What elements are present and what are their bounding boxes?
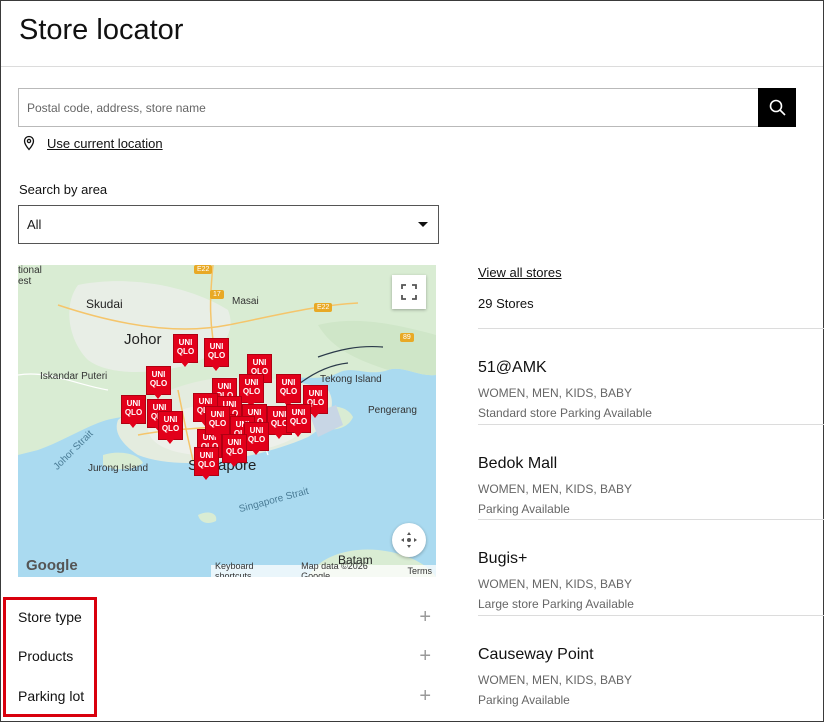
terms-link[interactable]: Terms <box>408 566 433 576</box>
chevron-down-icon <box>418 222 428 227</box>
store-item[interactable]: Causeway Point WOMEN, MEN, KIDS, BABY Pa… <box>478 614 824 711</box>
keyboard-shortcuts-link[interactable]: Keyboard shortcuts <box>215 561 291 577</box>
store-info: Parking Available <box>478 501 570 516</box>
map-label-masai: Masai <box>232 296 259 307</box>
store-info: Standard store Parking Available <box>478 406 652 420</box>
area-dropdown[interactable]: All <box>18 205 439 244</box>
area-selected-value: All <box>27 217 42 232</box>
store-categories: WOMEN, MEN, KIDS, BABY <box>478 672 633 687</box>
store-item[interactable]: 51@AMK WOMEN, MEN, KIDS, BABY Standard s… <box>478 328 824 424</box>
map-label-national: tional <box>18 265 42 276</box>
store-marker[interactable]: UNIQLO <box>223 435 246 467</box>
map-footer: Keyboard shortcuts Map data ©2026 Google… <box>211 561 436 577</box>
store-info: Parking Available <box>478 692 570 707</box>
road-badge-e22: E22 <box>314 303 333 312</box>
recenter-icon <box>401 532 417 548</box>
search-input[interactable] <box>27 100 758 115</box>
use-location-row[interactable]: Use current location <box>21 135 163 151</box>
use-current-location-link[interactable]: Use current location <box>47 136 163 151</box>
store-item[interactable]: Bugis+ WOMEN, MEN, KIDS, BABY Large stor… <box>478 519 824 615</box>
title-divider <box>1 66 823 67</box>
search-button[interactable] <box>758 88 796 127</box>
store-name: Bugis+ <box>478 550 528 567</box>
recenter-button[interactable] <box>392 523 426 557</box>
store-name: 51@AMK <box>478 359 547 376</box>
road-badge-89: 89 <box>400 333 414 342</box>
store-marker[interactable]: UNIQLO <box>206 407 229 439</box>
store-list: 51@AMK WOMEN, MEN, KIDS, BABY Standard s… <box>478 328 824 710</box>
road-badge-17: 17 <box>210 290 224 299</box>
area-label: Search by area <box>19 182 108 197</box>
store-marker[interactable]: UNIQLO <box>287 405 310 437</box>
map-label-jurong: Jurong Island <box>88 463 149 474</box>
search-icon <box>769 99 786 116</box>
store-marker[interactable]: UNIQLO <box>174 335 197 367</box>
filter-label: Products <box>18 648 74 664</box>
filter-label: Store type <box>18 609 82 625</box>
store-categories: WOMEN, MEN, KIDS, BABY <box>478 386 633 400</box>
view-all-stores-link[interactable]: View all stores <box>478 265 562 280</box>
road-badge-e22-top: E22 <box>194 265 213 274</box>
store-item[interactable]: Bedok Mall WOMEN, MEN, KIDS, BABY Parkin… <box>478 423 824 520</box>
store-marker[interactable]: UNIQLO <box>159 412 182 444</box>
store-marker[interactable]: UNIQLO <box>205 339 228 371</box>
plus-icon: + <box>419 606 431 628</box>
filter-label: Parking lot <box>18 688 85 704</box>
search-field[interactable] <box>18 88 758 127</box>
store-marker[interactable]: UNIQLO <box>240 375 263 407</box>
page-title: Store locator <box>19 14 184 46</box>
store-count: 29 Stores <box>478 296 534 311</box>
plus-icon: + <box>419 645 431 667</box>
google-logo: Google <box>26 557 78 574</box>
store-info: Large store Parking Available <box>478 597 634 611</box>
store-name: Bedok Mall <box>478 454 558 472</box>
map-label-est: est <box>18 276 32 287</box>
store-categories: WOMEN, MEN, KIDS, BABY <box>478 481 633 496</box>
store-name: Causeway Point <box>478 645 594 663</box>
plus-icon: + <box>419 685 431 707</box>
store-marker[interactable]: UNIQLO <box>277 375 300 407</box>
map-label-tekong: Tekong Island <box>320 374 382 385</box>
filter-store-type[interactable]: Store type + <box>18 607 438 627</box>
store-marker[interactable]: UNIQLO <box>245 423 268 455</box>
map-label-iskandar: Iskandar Puteri <box>40 371 108 382</box>
map-label-pengerang: Pengerang <box>368 405 417 416</box>
fullscreen-icon <box>401 284 417 300</box>
store-map[interactable]: tional est Skudai Johor Masai Iskandar P… <box>18 265 436 577</box>
fullscreen-button[interactable] <box>392 275 426 309</box>
store-marker[interactable]: UNIQLO <box>147 367 170 399</box>
filter-parking-lot[interactable]: Parking lot + <box>18 686 438 706</box>
store-marker[interactable]: UNIQLO <box>122 396 145 428</box>
map-label-skudai: Skudai <box>86 297 123 311</box>
location-pin-icon <box>23 135 35 151</box>
map-data-credit: Map data ©2026 Google <box>301 561 368 577</box>
store-categories: WOMEN, MEN, KIDS, BABY <box>478 577 633 591</box>
store-marker[interactable]: UNIQLO <box>195 448 218 480</box>
map-label-johor: Johor <box>124 331 162 348</box>
filter-products[interactable]: Products + <box>18 646 438 666</box>
